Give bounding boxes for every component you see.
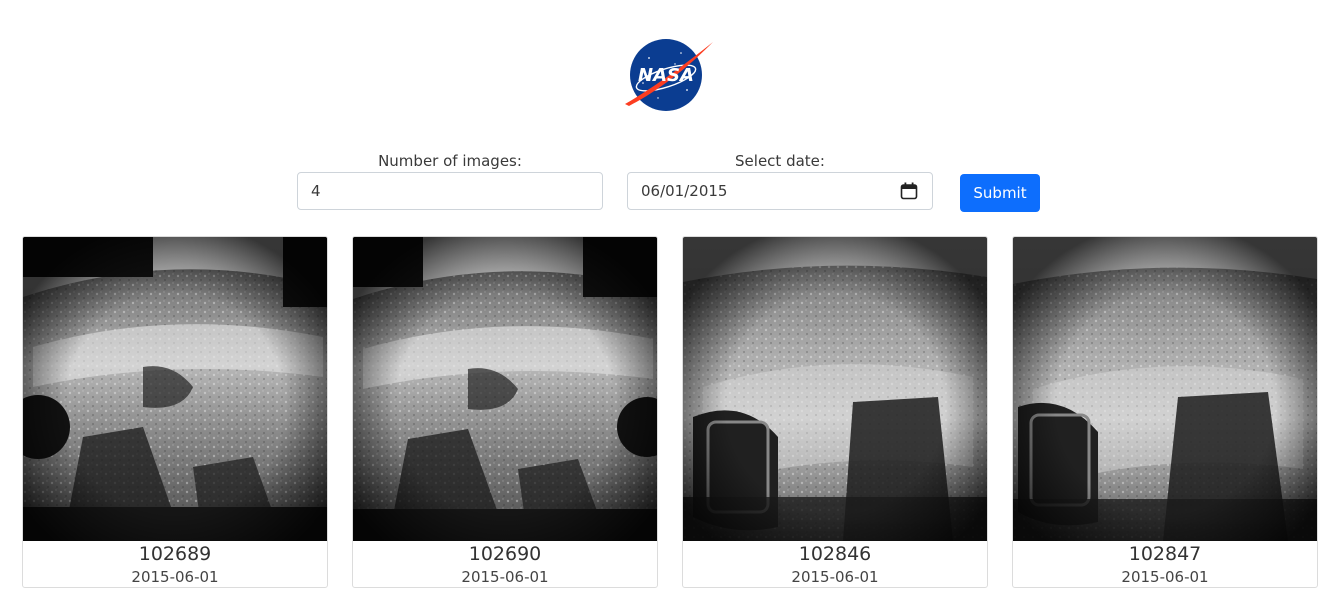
- image-date: 2015-06-01: [461, 568, 549, 586]
- count-field-group: Number of images: 4: [297, 150, 603, 210]
- rover-photo[interactable]: [1013, 237, 1317, 541]
- image-card[interactable]: 102847 2015-06-01: [1012, 236, 1318, 588]
- image-card[interactable]: 102689 2015-06-01: [22, 236, 328, 588]
- image-date: 2015-06-01: [1121, 568, 1209, 586]
- date-input[interactable]: 06/01/2015: [627, 172, 933, 210]
- nasa-logo: NASA: [623, 38, 715, 112]
- image-id: 102846: [798, 543, 872, 565]
- date-label: Select date:: [735, 152, 825, 170]
- rover-photo[interactable]: [683, 237, 987, 541]
- count-label: Number of images:: [378, 152, 522, 170]
- nasa-logo-text: NASA: [638, 65, 694, 86]
- count-input[interactable]: 4: [297, 172, 603, 210]
- image-card[interactable]: 102846 2015-06-01: [682, 236, 988, 588]
- calendar-icon[interactable]: [900, 182, 918, 200]
- rover-photo[interactable]: [353, 237, 657, 541]
- rover-photo[interactable]: [23, 237, 327, 541]
- search-form: Number of images: 4 Select date: 06/01/2…: [0, 150, 1336, 220]
- nasa-meatball-icon: NASA: [625, 39, 713, 111]
- image-card[interactable]: 102690 2015-06-01: [352, 236, 658, 588]
- submit-button[interactable]: Submit: [960, 174, 1040, 212]
- image-id: 102689: [138, 543, 212, 565]
- image-id: 102847: [1128, 543, 1202, 565]
- image-id: 102690: [468, 543, 542, 565]
- image-date: 2015-06-01: [791, 568, 879, 586]
- image-date: 2015-06-01: [131, 568, 219, 586]
- date-value: 06/01/2015: [641, 182, 728, 200]
- date-field-group: Select date: 06/01/2015: [627, 150, 933, 210]
